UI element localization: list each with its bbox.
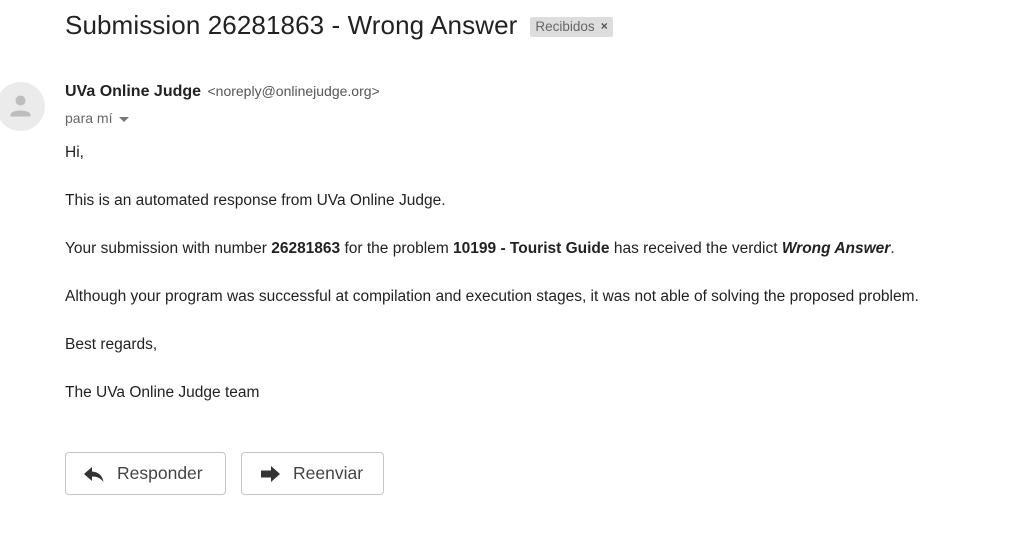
body-signature: The UVa Online Judge team: [65, 384, 260, 401]
sender-avatar[interactable]: [0, 82, 45, 131]
body-line-explanation: Although your program was successful at …: [65, 288, 919, 305]
verdict-text-c: has received the verdict: [609, 240, 782, 257]
remove-label-icon[interactable]: ×: [601, 19, 608, 33]
sender-name[interactable]: UVa Online Judge: [65, 83, 201, 100]
subject-row: Submission 26281863 - Wrong Answer Recib…: [65, 10, 613, 41]
body-line-automated: This is an automated response from UVa O…: [65, 192, 446, 209]
problem-name: 10199 - Tourist Guide: [453, 240, 610, 257]
sender-email: <noreply@onlinejudge.org>: [207, 83, 380, 99]
body-closing: Best regards,: [65, 336, 158, 353]
body-greeting: Hi,: [65, 144, 84, 161]
email-view: Submission 26281863 - Wrong Answer Recib…: [0, 0, 1035, 541]
reply-label: Responder: [117, 463, 203, 483]
forward-button[interactable]: Reenviar: [241, 452, 384, 495]
recipient-details-toggle[interactable]: para mí: [65, 110, 130, 126]
submission-number: 26281863: [271, 240, 341, 257]
reply-arrow-icon: [83, 465, 105, 483]
reply-button[interactable]: Responder: [65, 452, 226, 495]
verdict-text-d: .: [890, 240, 895, 257]
email-subject: Submission 26281863 - Wrong Answer: [65, 10, 518, 40]
forward-arrow-icon: [259, 465, 281, 483]
recipient-text: para mí: [65, 110, 113, 126]
label-text: Recibidos: [535, 18, 595, 34]
forward-label: Reenviar: [293, 463, 364, 483]
verdict-text-b: for the problem: [340, 240, 454, 257]
verdict-value: Wrong Answer: [781, 240, 891, 257]
caret-down-icon[interactable]: [119, 116, 130, 122]
sender-info: UVa Online Judge <noreply@onlinejudge.or…: [65, 83, 380, 101]
verdict-text-a: Your submission with number: [65, 240, 272, 257]
person-icon: [10, 95, 31, 117]
inbox-label-chip[interactable]: Recibidos ×: [530, 16, 613, 37]
body-line-verdict: Your submission with number 26281863 for…: [65, 240, 895, 258]
